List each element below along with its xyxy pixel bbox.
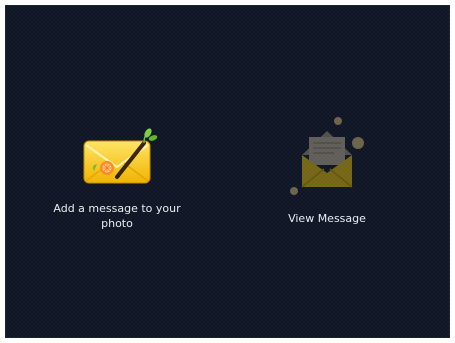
add-message-option[interactable]: Add a message to your photo [47,127,187,231]
screen: Add a message to your photo View Message [5,5,450,338]
view-message-option[interactable]: View Message [267,115,387,226]
open-envelope-icon [290,117,364,195]
envelope-pen-icon [83,128,158,184]
view-message-label: View Message [288,212,366,225]
add-message-label: Add a message to your photo [53,202,181,230]
